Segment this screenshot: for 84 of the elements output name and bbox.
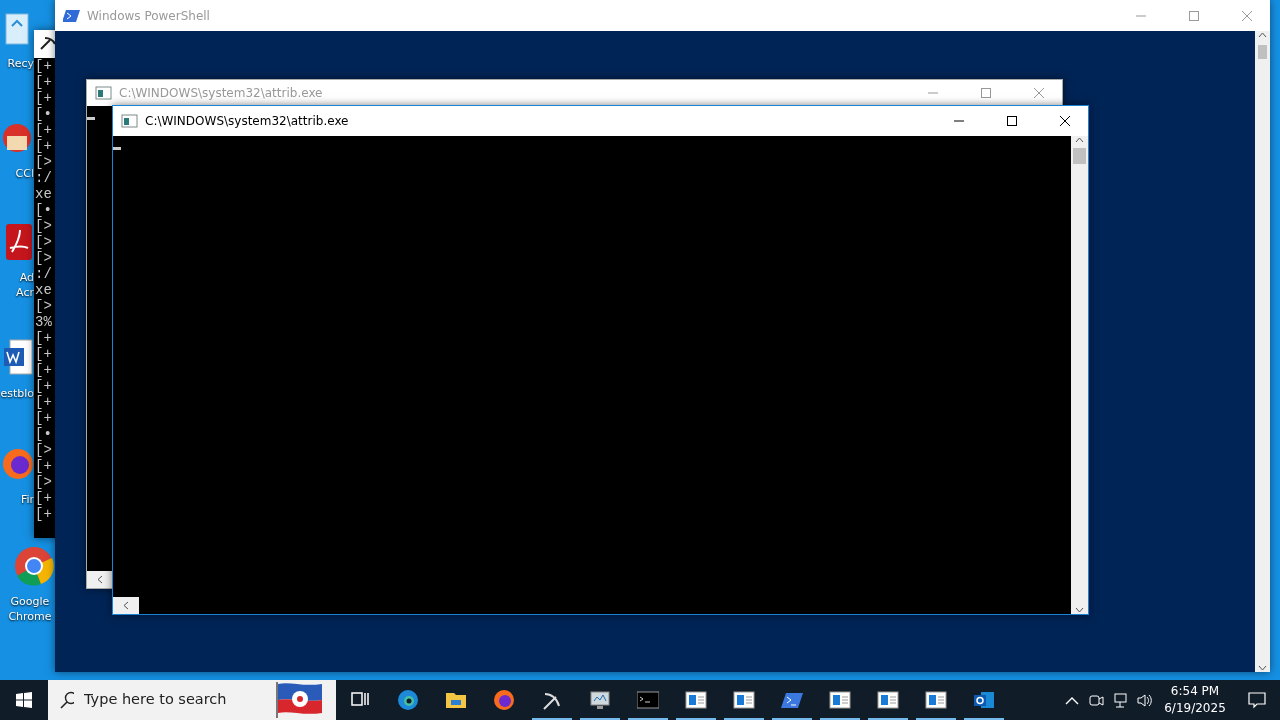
console-line: [+ <box>35 346 53 362</box>
scroll-up-icon <box>1258 31 1267 39</box>
window-title: Windows PowerShell <box>87 7 210 25</box>
powershell-icon <box>63 7 80 24</box>
console-line: :/ <box>35 266 53 282</box>
console-line: [+ <box>35 410 53 426</box>
console-window-icon <box>829 689 851 711</box>
browser-icon[interactable] <box>14 546 54 586</box>
console-line: [• <box>35 106 53 122</box>
console-line: [> <box>35 154 53 170</box>
console-line: :/ <box>35 170 53 186</box>
window-title: C:\WINDOWS\system32\attrib.exe <box>119 85 323 102</box>
console-line: [> <box>35 234 53 250</box>
console-line: xe <box>35 282 53 298</box>
icon-label[interactable]: Google <box>10 594 50 609</box>
monitor-icon <box>589 689 611 711</box>
console-line: [+ <box>35 490 53 506</box>
console-line: [> <box>35 250 53 266</box>
icon-label[interactable]: Fir <box>20 492 34 507</box>
scroll-left-icon <box>96 575 104 584</box>
console-line: xe <box>35 186 53 202</box>
console-window-icon <box>877 689 899 711</box>
icon-label[interactable]: Chrome <box>8 609 52 624</box>
console-line: 3% <box>35 314 53 330</box>
icon-label[interactable]: Recy <box>7 56 34 71</box>
close-icon <box>1060 116 1070 126</box>
console-icon <box>121 113 138 129</box>
text-cursor <box>87 117 95 120</box>
scroll-down-icon <box>1075 606 1084 614</box>
scroll-thumb[interactable] <box>1073 148 1086 164</box>
console-line: [> <box>35 474 53 490</box>
console-line: [> <box>35 218 53 234</box>
console-line: [+ <box>35 362 53 378</box>
search-bar[interactable]: Type here to search <box>48 680 336 720</box>
maximize-icon <box>1007 116 1017 126</box>
volume-icon <box>1136 691 1152 709</box>
browser-icon <box>493 689 515 711</box>
windows-logo-icon <box>16 692 32 708</box>
scroll-thumb[interactable] <box>1258 45 1267 59</box>
console-line: [+ <box>35 378 53 394</box>
browser-icon <box>397 689 419 711</box>
console-line: [• <box>35 202 53 218</box>
console-line: [• <box>35 426 53 442</box>
scrollbar[interactable] <box>87 571 113 588</box>
terminal-icon <box>637 689 659 711</box>
flag-icon[interactable] <box>274 680 324 720</box>
icon-label[interactable]: estblo <box>0 386 34 401</box>
scroll-down-icon <box>1258 664 1267 672</box>
scroll-left-icon <box>122 601 130 610</box>
console-line: [+ <box>35 458 53 474</box>
speech-bubble-icon <box>1248 691 1266 709</box>
console-window-icon <box>925 689 947 711</box>
console-line: [+ <box>35 394 53 410</box>
icon-label[interactable]: Acr <box>16 285 34 300</box>
icon-label[interactable]: CCl <box>15 166 34 181</box>
console-line: [> <box>35 298 53 314</box>
console-line: [+ <box>35 74 53 90</box>
search-icon <box>60 691 74 709</box>
console-line: [+ <box>35 122 53 138</box>
text-cursor <box>113 147 121 150</box>
network-icon <box>1112 691 1128 709</box>
scrollbar[interactable] <box>1255 31 1270 672</box>
icon-label[interactable]: Ad <box>19 270 34 285</box>
console-window-icon <box>685 689 707 711</box>
console-window-icon <box>733 689 755 711</box>
search-field[interactable]: Type here to search <box>84 689 264 711</box>
maximize-icon <box>981 88 991 98</box>
close-icon <box>1034 88 1044 98</box>
clock[interactable]: 6:54 PM 6/19/2025 <box>1156 680 1234 720</box>
maximize-icon <box>1189 10 1199 21</box>
scrollbar[interactable] <box>113 597 139 614</box>
console-line: [> <box>35 442 53 458</box>
scrollbar[interactable] <box>1071 136 1088 614</box>
console-line: [+ <box>35 330 53 346</box>
console-line: [+ <box>35 58 53 74</box>
console-line: [+ <box>35 506 53 522</box>
mail-app-icon <box>973 689 995 711</box>
word-document-icon[interactable] <box>2 338 34 378</box>
close-icon <box>1242 10 1252 21</box>
console-icon <box>95 85 112 101</box>
console-line: [+ <box>35 138 53 154</box>
scroll-up-icon <box>1075 136 1084 144</box>
window-title: C:\WINDOWS\system32\attrib.exe <box>145 113 349 130</box>
console-line: [+ <box>35 90 53 106</box>
